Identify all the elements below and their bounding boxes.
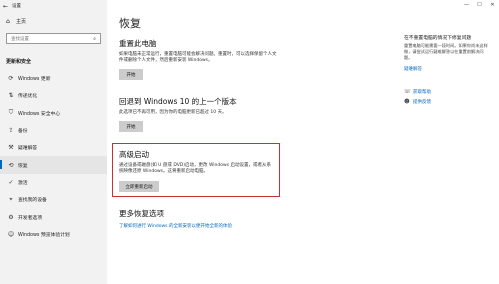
refresh-icon: ⟳ [8,75,14,83]
fix-without-reset-heading: 在不重置电脑的情况下修复问题 [404,36,472,41]
sidebar-item-label: Windows 安全中心 [18,111,61,117]
search-icon[interactable]: ⌕ [93,36,96,42]
back-arrow-icon[interactable]: ← [3,3,8,10]
feedback-icon: ☻ [404,99,410,105]
sidebar-item-label: 开发者选项 [18,215,42,221]
page-title: 恢复 [119,17,141,30]
sidebar-item-delivery-optimization[interactable]: ⇅ 传递优化 [0,87,107,104]
developer-icon: ⚙ [8,213,14,221]
sidebar-item-insider-program[interactable]: ☺ Windows 预览体验计划 [0,226,107,243]
rollback-heading: 回退到 Windows 10 的上一个版本 [119,97,237,106]
window-controls: — ☐ ✕ [460,0,499,10]
troubleshoot-link[interactable]: 疑难解答 [404,66,422,72]
sidebar-item-label: 传递优化 [18,94,38,100]
sidebar: ← 设置 ⌂ 主页 查找设置 ⌕ 更新和安全 ⟳ Windows 更新 ⇅ 传递… [0,0,107,284]
help-icon: ☏ [404,89,411,95]
feedback-link[interactable]: ☻ 提供反馈 [404,99,431,105]
sidebar-item-label: Windows 更新 [18,77,51,83]
sidebar-item-recovery[interactable]: ⟲ 恢复 [0,156,107,174]
sidebar-item-label: 激活 [18,180,28,186]
section-title: 更新和安全 [6,59,32,65]
reset-start-button[interactable]: 开始 [119,69,143,80]
more-recovery-heading: 更多恢复选项 [119,209,164,218]
sidebar-item-backup[interactable]: ⇪ 备份 [0,122,107,139]
locate-icon: ⌖ [9,195,13,203]
home-label: 主页 [16,19,27,25]
title-bar: ← 设置 [0,0,107,12]
insider-icon: ☺ [7,230,15,238]
reset-heading: 重置此电脑 [119,39,157,48]
home-icon: ⌂ [6,18,10,25]
sidebar-item-label: 疑难解答 [18,146,38,152]
sidebar-item-activation[interactable]: ✓ 激活 [0,174,107,191]
search-input[interactable]: 查找设置 ⌕ [6,33,101,44]
sidebar-item-label: Windows 预览体验计划 [18,232,70,238]
rollback-start-button[interactable]: 开始 [119,121,143,132]
rollback-description: 此选项已不再可用，因为你的电脑更新已超过 10 天。 [119,110,227,115]
get-help-link[interactable]: ☏ 获取帮助 [404,89,431,95]
fix-without-reset-description: 重置电脑可能需要一段时间。如果你尚未这样做，请尝试运行疑难解答以在重置前解决问题… [404,43,488,60]
window-title: 设置 [12,4,22,9]
transfer-icon: ⇅ [8,92,14,100]
sidebar-item-label: 查找我的设备 [18,198,47,204]
search-placeholder: 查找设置 [11,36,29,42]
maximize-icon[interactable]: ☐ [473,0,486,10]
sidebar-item-label: 恢复 [18,163,28,169]
get-help-label: 获取帮助 [413,90,431,95]
clean-install-link[interactable]: 了解如何进行 Windows 的全新安装以便开始全新的体验 [119,223,232,229]
sidebar-item-find-my-device[interactable]: ⌖ 查找我的设备 [0,191,107,208]
sidebar-item-windows-security[interactable]: ⛉ Windows 安全中心 [0,105,107,122]
close-icon[interactable]: ✕ [486,0,499,10]
recovery-icon: ⟲ [8,161,14,169]
feedback-label: 提供反馈 [413,100,431,105]
highlight-box [112,143,280,197]
sidebar-item-label: 备份 [18,129,28,135]
shield-icon: ⛉ [8,109,14,117]
home-nav-item[interactable]: ⌂ 主页 [0,15,107,28]
sidebar-item-developer-options[interactable]: ⚙ 开发者选项 [0,208,107,225]
check-icon: ✓ [8,178,14,186]
sidebar-item-troubleshoot[interactable]: ⚒ 疑难解答 [0,139,107,156]
wrench-icon: ⚒ [8,144,14,152]
sidebar-item-windows-update[interactable]: ⟳ Windows 更新 [0,70,107,87]
backup-icon: ⇪ [8,127,14,135]
reset-description: 如果电脑未正常运行，重置电脑可能会解决问题。重置时，可以选择保留个人文件或删除个… [119,52,277,64]
minimize-icon[interactable]: — [460,0,473,10]
